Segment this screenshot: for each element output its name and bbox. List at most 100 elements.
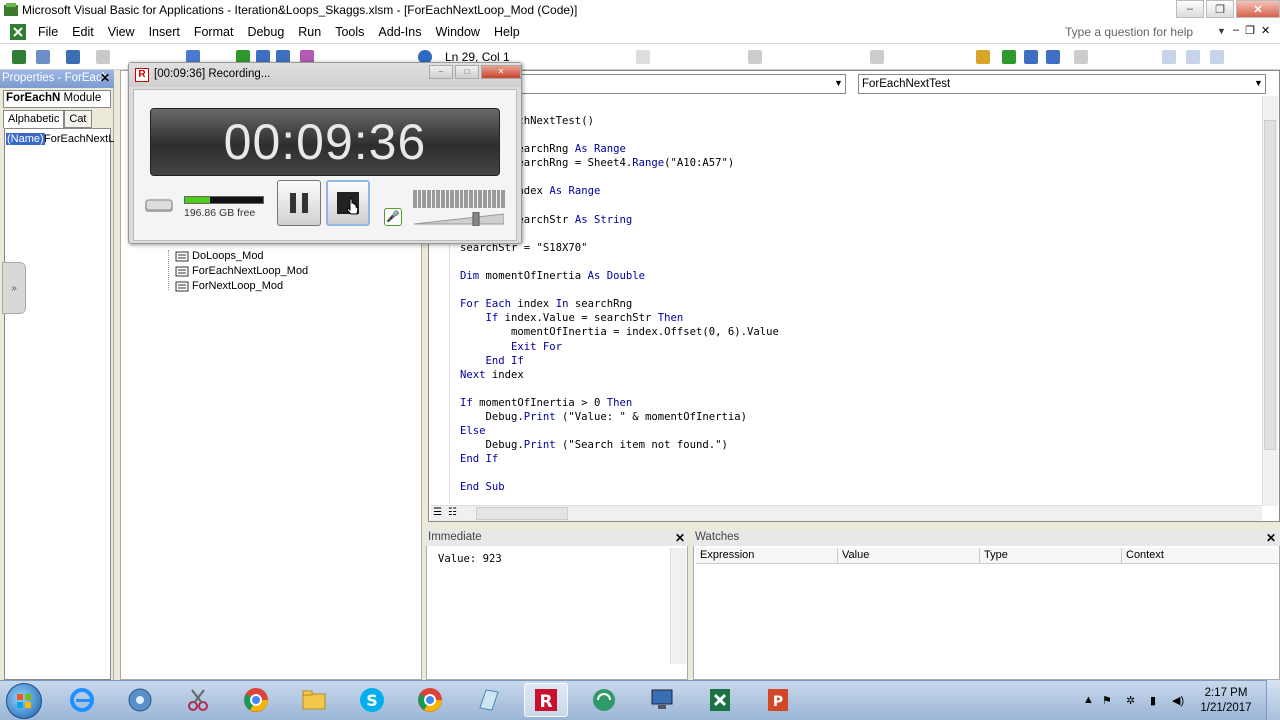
- tab-categorized[interactable]: Cat: [64, 110, 92, 128]
- watch-col-expression[interactable]: Expression: [696, 548, 838, 563]
- code-line[interactable]: [460, 283, 779, 297]
- start-button[interactable]: [6, 683, 42, 719]
- code-line[interactable]: Debug.Print ("Value: " & momentOfInertia…: [460, 410, 779, 424]
- taskbar-excel[interactable]: [698, 683, 742, 717]
- menu-help[interactable]: Help: [489, 25, 529, 39]
- recorder-titlebar[interactable]: R [00:09:36] Recording... – □ ✕: [129, 63, 521, 87]
- code-line[interactable]: Dim momentOfInertia As Double: [460, 269, 779, 283]
- menu-run[interactable]: Run: [293, 25, 330, 39]
- taskbar-chrome-2[interactable]: [408, 683, 452, 717]
- code-line[interactable]: End If: [460, 452, 779, 466]
- code-line[interactable]: Next index: [460, 368, 779, 382]
- mdi-restore-button[interactable]: ❐: [1245, 24, 1255, 37]
- code-vertical-scroll-thumb[interactable]: [1264, 120, 1276, 450]
- code-line[interactable]: Debug.Print ("Search item not found."): [460, 438, 779, 452]
- code-line[interactable]: End If: [460, 354, 779, 368]
- property-name-label[interactable]: (Name): [6, 133, 45, 145]
- bookmark-icon[interactable]: [870, 50, 884, 64]
- immediate-output[interactable]: Value: 923: [438, 553, 502, 565]
- menu-window[interactable]: Window: [431, 25, 489, 39]
- microphone-icon[interactable]: 🎤: [384, 208, 402, 226]
- taskbar-sync[interactable]: [582, 683, 626, 717]
- show-desktop-button[interactable]: [1266, 680, 1280, 720]
- tree-item-foreachnextloop[interactable]: ForEachNextLoop_Mod: [175, 265, 308, 277]
- mdi-close-button[interactable]: ✕: [1261, 24, 1270, 37]
- indent-icon[interactable]: [636, 50, 650, 64]
- collapsed-panel-tab[interactable]: »: [2, 262, 26, 314]
- view-excel-icon[interactable]: [12, 50, 26, 64]
- taskbar-recorder[interactable]: R: [524, 683, 568, 717]
- code-line[interactable]: [460, 382, 779, 396]
- object-browser-icon[interactable]: [1210, 50, 1224, 64]
- tree-item-fornextloop[interactable]: ForNextLoop_Mod: [175, 280, 283, 292]
- watch-col-context[interactable]: Context: [1122, 548, 1278, 563]
- procedure-combo[interactable]: ForEachNextTest: [858, 74, 1266, 94]
- close-button[interactable]: ✕: [1236, 0, 1280, 18]
- code-line[interactable]: Else: [460, 424, 779, 438]
- help-dropdown-icon[interactable]: ▼: [1217, 26, 1226, 36]
- mdi-minimize-button[interactable]: –: [1233, 24, 1239, 37]
- recorder-maximize-button[interactable]: □: [455, 65, 479, 79]
- pause-icon[interactable]: [1024, 50, 1038, 64]
- taskbar-snipping-tool[interactable]: [176, 683, 220, 717]
- watch-col-value[interactable]: Value: [838, 548, 980, 563]
- tray-overflow-icon[interactable]: ▲: [1083, 694, 1094, 706]
- property-name-value[interactable]: ForEachNextL: [44, 133, 114, 145]
- object-combo-arrow-icon[interactable]: ▼: [834, 78, 843, 88]
- tree-item-doloops[interactable]: DoLoops_Mod: [175, 250, 264, 262]
- recorder-minimize-button[interactable]: –: [429, 65, 453, 79]
- run-sub-icon[interactable]: [1002, 50, 1016, 64]
- menu-insert[interactable]: Insert: [144, 25, 189, 39]
- code-line[interactable]: End Sub: [460, 480, 779, 494]
- tab-alphabetic[interactable]: Alphabetic: [3, 110, 65, 128]
- volume-slider[interactable]: [414, 212, 504, 226]
- code-line[interactable]: If momentOfInertia > 0 Then: [460, 396, 779, 410]
- design-icon[interactable]: [976, 50, 990, 64]
- project-explorer-icon[interactable]: [1162, 50, 1176, 64]
- code-line[interactable]: Exit For: [460, 340, 779, 354]
- help-search-input[interactable]: Type a question for help: [1060, 22, 1228, 41]
- immediate-close-icon[interactable]: ✕: [675, 531, 685, 545]
- volume-tray-icon[interactable]: ◀): [1172, 694, 1184, 707]
- code-line[interactable]: [460, 255, 779, 269]
- menu-debug[interactable]: Debug: [242, 25, 293, 39]
- properties-close-icon[interactable]: ✕: [100, 71, 110, 85]
- maximize-button[interactable]: ❐: [1206, 0, 1234, 18]
- full-module-view-icon[interactable]: ☷: [448, 507, 457, 518]
- procedure-view-icon[interactable]: ☰: [433, 507, 442, 518]
- menu-format[interactable]: Format: [189, 25, 243, 39]
- action-center-icon[interactable]: ⚑: [1102, 694, 1112, 707]
- immediate-scrollbar[interactable]: [670, 548, 686, 664]
- code-horizontal-scroll-thumb[interactable]: [476, 507, 568, 520]
- taskbar-remote-desktop[interactable]: [640, 683, 684, 717]
- insert-module-icon[interactable]: [36, 50, 50, 64]
- watches-close-icon[interactable]: ✕: [1266, 531, 1276, 545]
- taskbar-notepad[interactable]: [466, 683, 510, 717]
- comment-icon[interactable]: [748, 50, 762, 64]
- stop-icon[interactable]: [1046, 50, 1060, 64]
- taskbar-internet-explorer[interactable]: [60, 683, 104, 717]
- code-line[interactable]: [460, 466, 779, 480]
- menu-tools[interactable]: Tools: [330, 25, 373, 39]
- menu-file[interactable]: File: [33, 25, 67, 39]
- excel-view-icon[interactable]: [9, 23, 27, 41]
- code-line[interactable]: momentOfInertia = index.Offset(0, 6).Val…: [460, 325, 779, 339]
- toggle-breakpoint-icon[interactable]: [1074, 50, 1088, 64]
- code-line[interactable]: For Each index In searchRng: [460, 297, 779, 311]
- menu-view[interactable]: View: [103, 25, 144, 39]
- menu-edit[interactable]: Edit: [67, 25, 103, 39]
- network-tray-icon[interactable]: ✲: [1126, 694, 1135, 707]
- power-tray-icon[interactable]: ▮: [1150, 694, 1156, 707]
- properties-window-icon[interactable]: [1186, 50, 1200, 64]
- recorder-close-button[interactable]: ✕: [481, 65, 521, 79]
- menu-add-ins[interactable]: Add-Ins: [373, 25, 430, 39]
- taskbar-skype[interactable]: S: [350, 683, 394, 717]
- taskbar-chrome[interactable]: [234, 683, 278, 717]
- pause-recording-button[interactable]: [277, 180, 321, 226]
- taskbar-clock[interactable]: 2:17 PM 1/21/2017: [1196, 686, 1256, 716]
- properties-object-select[interactable]: ForEachN Module: [3, 90, 111, 108]
- taskbar-media-center[interactable]: [118, 683, 162, 717]
- procedure-combo-arrow-icon[interactable]: ▼: [1254, 78, 1263, 88]
- taskbar-powerpoint[interactable]: P: [756, 683, 800, 717]
- watch-col-type[interactable]: Type: [980, 548, 1122, 563]
